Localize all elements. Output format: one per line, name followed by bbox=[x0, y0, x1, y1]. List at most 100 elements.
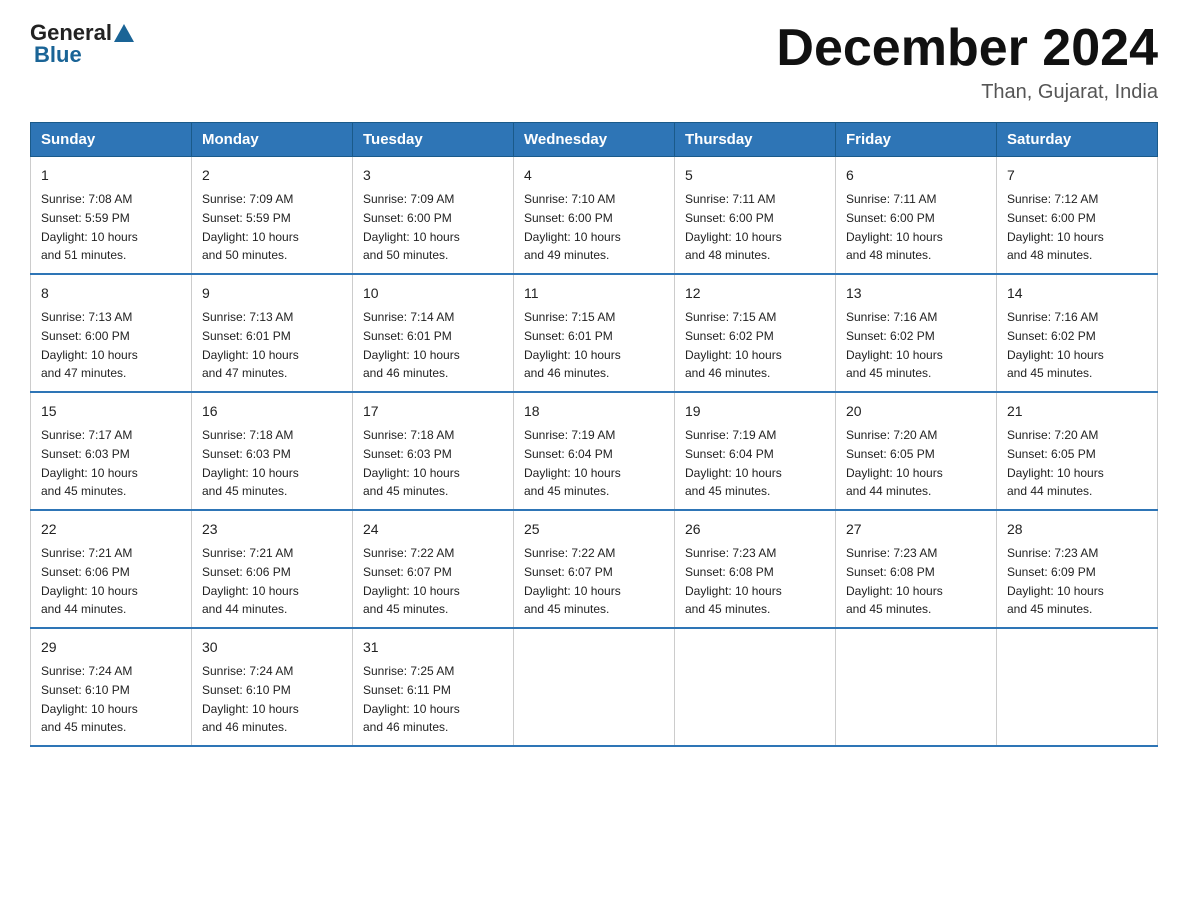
header-friday: Friday bbox=[836, 123, 997, 157]
day-info: Sunrise: 7:24 AMSunset: 6:10 PMDaylight:… bbox=[41, 664, 138, 734]
table-row bbox=[514, 628, 675, 746]
table-row: 1 Sunrise: 7:08 AMSunset: 5:59 PMDayligh… bbox=[31, 157, 192, 275]
day-number: 10 bbox=[363, 283, 503, 304]
title-block: December 2024 Than, Gujarat, India bbox=[776, 20, 1158, 104]
page-header: General Blue December 2024 Than, Gujarat… bbox=[30, 20, 1158, 104]
table-row: 6 Sunrise: 7:11 AMSunset: 6:00 PMDayligh… bbox=[836, 157, 997, 275]
day-number: 3 bbox=[363, 165, 503, 186]
day-info: Sunrise: 7:25 AMSunset: 6:11 PMDaylight:… bbox=[363, 664, 460, 734]
day-info: Sunrise: 7:13 AMSunset: 6:00 PMDaylight:… bbox=[41, 310, 138, 380]
header-saturday: Saturday bbox=[997, 123, 1158, 157]
day-info: Sunrise: 7:20 AMSunset: 6:05 PMDaylight:… bbox=[846, 428, 943, 498]
day-info: Sunrise: 7:09 AMSunset: 6:00 PMDaylight:… bbox=[363, 192, 460, 262]
day-number: 4 bbox=[524, 165, 664, 186]
logo: General Blue bbox=[30, 20, 136, 68]
day-number: 13 bbox=[846, 283, 986, 304]
day-info: Sunrise: 7:21 AMSunset: 6:06 PMDaylight:… bbox=[41, 546, 138, 616]
day-number: 25 bbox=[524, 519, 664, 540]
table-row: 28 Sunrise: 7:23 AMSunset: 6:09 PMDaylig… bbox=[997, 510, 1158, 628]
table-row: 30 Sunrise: 7:24 AMSunset: 6:10 PMDaylig… bbox=[192, 628, 353, 746]
day-info: Sunrise: 7:19 AMSunset: 6:04 PMDaylight:… bbox=[524, 428, 621, 498]
header-thursday: Thursday bbox=[675, 123, 836, 157]
table-row: 4 Sunrise: 7:10 AMSunset: 6:00 PMDayligh… bbox=[514, 157, 675, 275]
day-number: 17 bbox=[363, 401, 503, 422]
table-row: 5 Sunrise: 7:11 AMSunset: 6:00 PMDayligh… bbox=[675, 157, 836, 275]
table-row: 7 Sunrise: 7:12 AMSunset: 6:00 PMDayligh… bbox=[997, 157, 1158, 275]
day-info: Sunrise: 7:12 AMSunset: 6:00 PMDaylight:… bbox=[1007, 192, 1104, 262]
day-number: 23 bbox=[202, 519, 342, 540]
logo-triangle-icon bbox=[114, 24, 134, 42]
day-number: 7 bbox=[1007, 165, 1147, 186]
calendar-week-row: 22 Sunrise: 7:21 AMSunset: 6:06 PMDaylig… bbox=[31, 510, 1158, 628]
day-info: Sunrise: 7:14 AMSunset: 6:01 PMDaylight:… bbox=[363, 310, 460, 380]
day-number: 6 bbox=[846, 165, 986, 186]
table-row: 22 Sunrise: 7:21 AMSunset: 6:06 PMDaylig… bbox=[31, 510, 192, 628]
table-row: 10 Sunrise: 7:14 AMSunset: 6:01 PMDaylig… bbox=[353, 274, 514, 392]
day-info: Sunrise: 7:18 AMSunset: 6:03 PMDaylight:… bbox=[202, 428, 299, 498]
day-info: Sunrise: 7:15 AMSunset: 6:02 PMDaylight:… bbox=[685, 310, 782, 380]
day-number: 2 bbox=[202, 165, 342, 186]
table-row: 14 Sunrise: 7:16 AMSunset: 6:02 PMDaylig… bbox=[997, 274, 1158, 392]
table-row bbox=[997, 628, 1158, 746]
header-sunday: Sunday bbox=[31, 123, 192, 157]
table-row: 16 Sunrise: 7:18 AMSunset: 6:03 PMDaylig… bbox=[192, 392, 353, 510]
day-number: 19 bbox=[685, 401, 825, 422]
table-row: 15 Sunrise: 7:17 AMSunset: 6:03 PMDaylig… bbox=[31, 392, 192, 510]
table-row: 20 Sunrise: 7:20 AMSunset: 6:05 PMDaylig… bbox=[836, 392, 997, 510]
logo-blue-text: Blue bbox=[30, 42, 82, 68]
table-row: 2 Sunrise: 7:09 AMSunset: 5:59 PMDayligh… bbox=[192, 157, 353, 275]
day-info: Sunrise: 7:22 AMSunset: 6:07 PMDaylight:… bbox=[524, 546, 621, 616]
day-number: 18 bbox=[524, 401, 664, 422]
day-number: 27 bbox=[846, 519, 986, 540]
calendar-table: Sunday Monday Tuesday Wednesday Thursday… bbox=[30, 122, 1158, 747]
table-row: 23 Sunrise: 7:21 AMSunset: 6:06 PMDaylig… bbox=[192, 510, 353, 628]
table-row: 18 Sunrise: 7:19 AMSunset: 6:04 PMDaylig… bbox=[514, 392, 675, 510]
month-title: December 2024 bbox=[776, 20, 1158, 77]
day-info: Sunrise: 7:24 AMSunset: 6:10 PMDaylight:… bbox=[202, 664, 299, 734]
day-number: 26 bbox=[685, 519, 825, 540]
table-row: 27 Sunrise: 7:23 AMSunset: 6:08 PMDaylig… bbox=[836, 510, 997, 628]
day-info: Sunrise: 7:17 AMSunset: 6:03 PMDaylight:… bbox=[41, 428, 138, 498]
table-row: 12 Sunrise: 7:15 AMSunset: 6:02 PMDaylig… bbox=[675, 274, 836, 392]
day-number: 9 bbox=[202, 283, 342, 304]
day-number: 16 bbox=[202, 401, 342, 422]
table-row: 31 Sunrise: 7:25 AMSunset: 6:11 PMDaylig… bbox=[353, 628, 514, 746]
table-row: 3 Sunrise: 7:09 AMSunset: 6:00 PMDayligh… bbox=[353, 157, 514, 275]
day-info: Sunrise: 7:21 AMSunset: 6:06 PMDaylight:… bbox=[202, 546, 299, 616]
table-row: 17 Sunrise: 7:18 AMSunset: 6:03 PMDaylig… bbox=[353, 392, 514, 510]
day-number: 24 bbox=[363, 519, 503, 540]
day-info: Sunrise: 7:08 AMSunset: 5:59 PMDaylight:… bbox=[41, 192, 138, 262]
day-number: 1 bbox=[41, 165, 181, 186]
day-info: Sunrise: 7:15 AMSunset: 6:01 PMDaylight:… bbox=[524, 310, 621, 380]
day-info: Sunrise: 7:13 AMSunset: 6:01 PMDaylight:… bbox=[202, 310, 299, 380]
header-monday: Monday bbox=[192, 123, 353, 157]
day-info: Sunrise: 7:23 AMSunset: 6:08 PMDaylight:… bbox=[846, 546, 943, 616]
day-info: Sunrise: 7:23 AMSunset: 6:09 PMDaylight:… bbox=[1007, 546, 1104, 616]
day-info: Sunrise: 7:19 AMSunset: 6:04 PMDaylight:… bbox=[685, 428, 782, 498]
table-row: 26 Sunrise: 7:23 AMSunset: 6:08 PMDaylig… bbox=[675, 510, 836, 628]
location-subtitle: Than, Gujarat, India bbox=[776, 81, 1158, 104]
day-number: 12 bbox=[685, 283, 825, 304]
table-row: 13 Sunrise: 7:16 AMSunset: 6:02 PMDaylig… bbox=[836, 274, 997, 392]
table-row bbox=[836, 628, 997, 746]
table-row: 24 Sunrise: 7:22 AMSunset: 6:07 PMDaylig… bbox=[353, 510, 514, 628]
calendar-week-row: 1 Sunrise: 7:08 AMSunset: 5:59 PMDayligh… bbox=[31, 157, 1158, 275]
calendar-week-row: 8 Sunrise: 7:13 AMSunset: 6:00 PMDayligh… bbox=[31, 274, 1158, 392]
table-row: 19 Sunrise: 7:19 AMSunset: 6:04 PMDaylig… bbox=[675, 392, 836, 510]
header-tuesday: Tuesday bbox=[353, 123, 514, 157]
day-info: Sunrise: 7:10 AMSunset: 6:00 PMDaylight:… bbox=[524, 192, 621, 262]
day-number: 22 bbox=[41, 519, 181, 540]
calendar-week-row: 29 Sunrise: 7:24 AMSunset: 6:10 PMDaylig… bbox=[31, 628, 1158, 746]
day-number: 11 bbox=[524, 283, 664, 304]
day-info: Sunrise: 7:20 AMSunset: 6:05 PMDaylight:… bbox=[1007, 428, 1104, 498]
day-info: Sunrise: 7:18 AMSunset: 6:03 PMDaylight:… bbox=[363, 428, 460, 498]
calendar-header-row: Sunday Monday Tuesday Wednesday Thursday… bbox=[31, 123, 1158, 157]
day-number: 5 bbox=[685, 165, 825, 186]
day-number: 14 bbox=[1007, 283, 1147, 304]
table-row: 25 Sunrise: 7:22 AMSunset: 6:07 PMDaylig… bbox=[514, 510, 675, 628]
day-number: 30 bbox=[202, 637, 342, 658]
calendar-week-row: 15 Sunrise: 7:17 AMSunset: 6:03 PMDaylig… bbox=[31, 392, 1158, 510]
day-number: 15 bbox=[41, 401, 181, 422]
day-info: Sunrise: 7:22 AMSunset: 6:07 PMDaylight:… bbox=[363, 546, 460, 616]
table-row: 21 Sunrise: 7:20 AMSunset: 6:05 PMDaylig… bbox=[997, 392, 1158, 510]
